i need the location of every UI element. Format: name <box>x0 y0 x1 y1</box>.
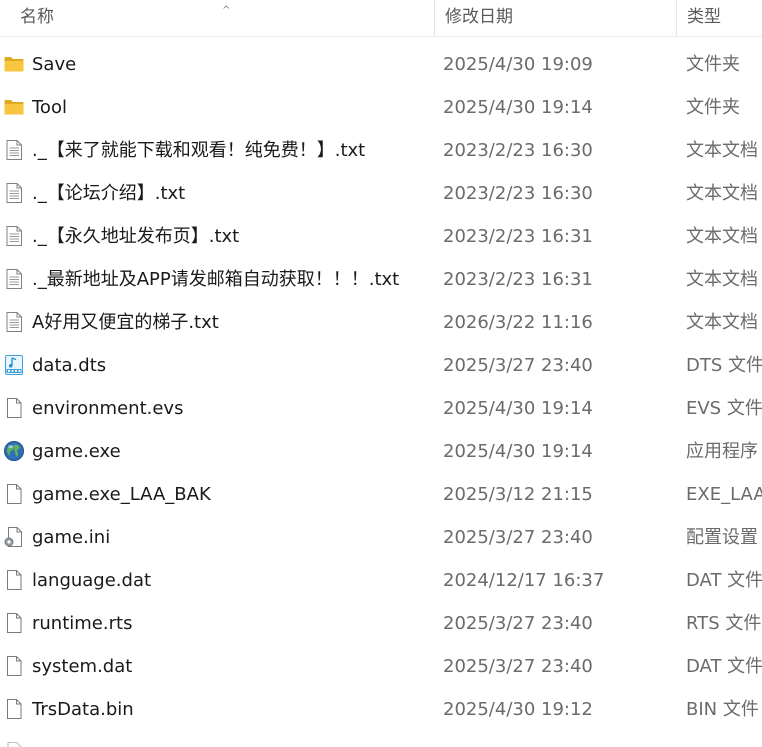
file-type: RTS 文件 <box>686 613 762 634</box>
column-header-bar: 名称 ^ 修改日期 类型 <box>0 0 762 37</box>
file-modified-date: 2025/4/30 19:14 <box>443 441 593 462</box>
file-modified-date: 2023/2/23 16:31 <box>443 269 593 290</box>
file-row-7[interactable]: A好用又便宜的梯子.txt 2026/3/22 11:16 文本文档 <box>0 301 762 344</box>
file-modified-date: 2025/3/27 23:40 <box>443 355 593 376</box>
column-header-name[interactable]: 名称 ^ <box>10 0 434 36</box>
file-list: Save 2025/4/30 19:09 文件夹 Tool 2025/4/30 … <box>0 43 762 731</box>
file-modified-date: 2023/2/23 16:30 <box>443 140 593 161</box>
file-type: BIN 文件 <box>686 699 759 720</box>
blank-file-icon <box>3 397 25 419</box>
file-modified-date: 2025/4/30 19:09 <box>443 54 593 75</box>
file-type: EXE_LAA_ <box>686 484 762 505</box>
file-modified-date: 2023/2/23 16:31 <box>443 226 593 247</box>
file-name: game.exe <box>32 441 121 462</box>
file-name: ._【论坛介绍】.txt <box>32 183 186 204</box>
file-name: ._【永久地址发布页】.txt <box>32 226 240 247</box>
file-row-9[interactable]: environment.evs 2025/4/30 19:14 EVS 文件 <box>0 387 762 430</box>
file-row-14[interactable]: runtime.rts 2025/3/27 23:40 RTS 文件 <box>0 602 762 645</box>
file-row-2[interactable]: Tool 2025/4/30 19:14 文件夹 <box>0 86 762 129</box>
blank-file-icon <box>3 612 25 634</box>
file-type: 应用程序 <box>686 441 758 462</box>
file-modified-date: 2023/2/23 16:30 <box>443 183 593 204</box>
column-header-name-label: 名称 <box>20 7 54 27</box>
file-name: TrsData.bin <box>32 699 134 720</box>
column-header-date-label: 修改日期 <box>445 7 513 27</box>
blank-file-icon <box>3 655 25 677</box>
blank-file-icon <box>3 483 25 505</box>
text-file-icon <box>3 225 25 247</box>
globe-app-icon <box>3 440 25 462</box>
blank-file-icon <box>3 741 25 747</box>
file-row-4[interactable]: ._【论坛介绍】.txt 2023/2/23 16:30 文本文档 <box>0 172 762 215</box>
column-header-type-label: 类型 <box>687 7 721 27</box>
folder-icon <box>3 53 25 75</box>
blank-file-icon <box>3 698 25 720</box>
file-row-11[interactable]: game.exe_LAA_BAK 2025/3/12 21:15 EXE_LAA… <box>0 473 762 516</box>
settings-file-icon <box>3 526 25 548</box>
file-name: game.exe_LAA_BAK <box>32 484 211 505</box>
file-row-15[interactable]: system.dat 2025/3/27 23:40 DAT 文件 <box>0 645 762 688</box>
file-row-6[interactable]: ._最新地址及APP请发邮箱自动获取！！！.txt 2023/2/23 16:3… <box>0 258 762 301</box>
file-name: language.dat <box>32 570 152 591</box>
folder-icon <box>3 96 25 118</box>
blank-file-icon <box>3 569 25 591</box>
column-header-type[interactable]: 类型 <box>676 0 762 36</box>
file-type: 文件夹 <box>686 97 740 118</box>
file-modified-date: 2025/4/30 19:14 <box>443 97 593 118</box>
file-modified-date: 2026/3/22 11:16 <box>443 312 593 333</box>
file-type: 配置设置 <box>686 527 758 548</box>
text-file-icon <box>3 139 25 161</box>
file-name: environment.evs <box>32 398 184 419</box>
file-row-1[interactable]: Save 2025/4/30 19:09 文件夹 <box>0 43 762 86</box>
file-type: 文件夹 <box>686 54 740 75</box>
file-row-3[interactable]: ._【来了就能下载和观看！纯免费！】.txt 2023/2/23 16:30 文… <box>0 129 762 172</box>
file-modified-date: 2025/4/30 19:14 <box>443 398 593 419</box>
file-name: Save <box>32 54 77 75</box>
file-name: game.ini <box>32 527 111 548</box>
text-file-icon <box>3 268 25 290</box>
file-type: 文本文档 <box>686 312 758 333</box>
file-name: A好用又便宜的梯子.txt <box>32 312 219 333</box>
file-row-8[interactable]: data.dts 2025/3/27 23:40 DTS 文件 <box>0 344 762 387</box>
file-type: DTS 文件 <box>686 355 762 376</box>
file-name: system.dat <box>32 656 133 677</box>
text-file-icon <box>3 182 25 204</box>
file-type: 文本文档 <box>686 269 758 290</box>
file-type: DAT 文件 <box>686 656 762 677</box>
file-row-13[interactable]: language.dat 2024/12/17 16:37 DAT 文件 <box>0 559 762 602</box>
file-modified-date: 2025/4/30 19:12 <box>443 699 593 720</box>
text-file-icon <box>3 311 25 333</box>
file-name: ._最新地址及APP请发邮箱自动获取！！！.txt <box>32 269 400 290</box>
column-header-date[interactable]: 修改日期 <box>434 0 676 36</box>
file-row-5[interactable]: ._【永久地址发布页】.txt 2023/2/23 16:31 文本文档 <box>0 215 762 258</box>
file-type: 文本文档 <box>686 226 758 247</box>
file-row-10[interactable]: game.exe 2025/4/30 19:14 应用程序 <box>0 430 762 473</box>
file-row-12[interactable]: game.ini 2025/3/27 23:40 配置设置 <box>0 516 762 559</box>
file-type: EVS 文件 <box>686 398 762 419</box>
file-modified-date: 2024/12/17 16:37 <box>443 570 605 591</box>
file-name: runtime.rts <box>32 613 133 634</box>
file-name: ._【来了就能下载和观看！纯免费！】.txt <box>32 140 366 161</box>
sort-chevron-icon: ^ <box>222 5 231 16</box>
audio-file-icon <box>3 354 25 376</box>
file-row-16[interactable]: TrsData.bin 2025/4/30 19:12 BIN 文件 <box>0 688 762 731</box>
file-name: Tool <box>32 97 67 118</box>
file-type: DAT 文件 <box>686 570 762 591</box>
file-modified-date: 2025/3/27 23:40 <box>443 527 593 548</box>
file-name: data.dts <box>32 355 107 376</box>
file-row-partial[interactable] <box>0 731 762 747</box>
file-modified-date: 2025/3/12 21:15 <box>443 484 593 505</box>
file-modified-date: 2025/3/27 23:40 <box>443 656 593 677</box>
file-type: 文本文档 <box>686 140 758 161</box>
file-explorer-list: 名称 ^ 修改日期 类型 Save 2025/4/30 19:09 文件夹 To… <box>0 0 762 747</box>
file-type: 文本文档 <box>686 183 758 204</box>
file-modified-date: 2025/3/27 23:40 <box>443 613 593 634</box>
